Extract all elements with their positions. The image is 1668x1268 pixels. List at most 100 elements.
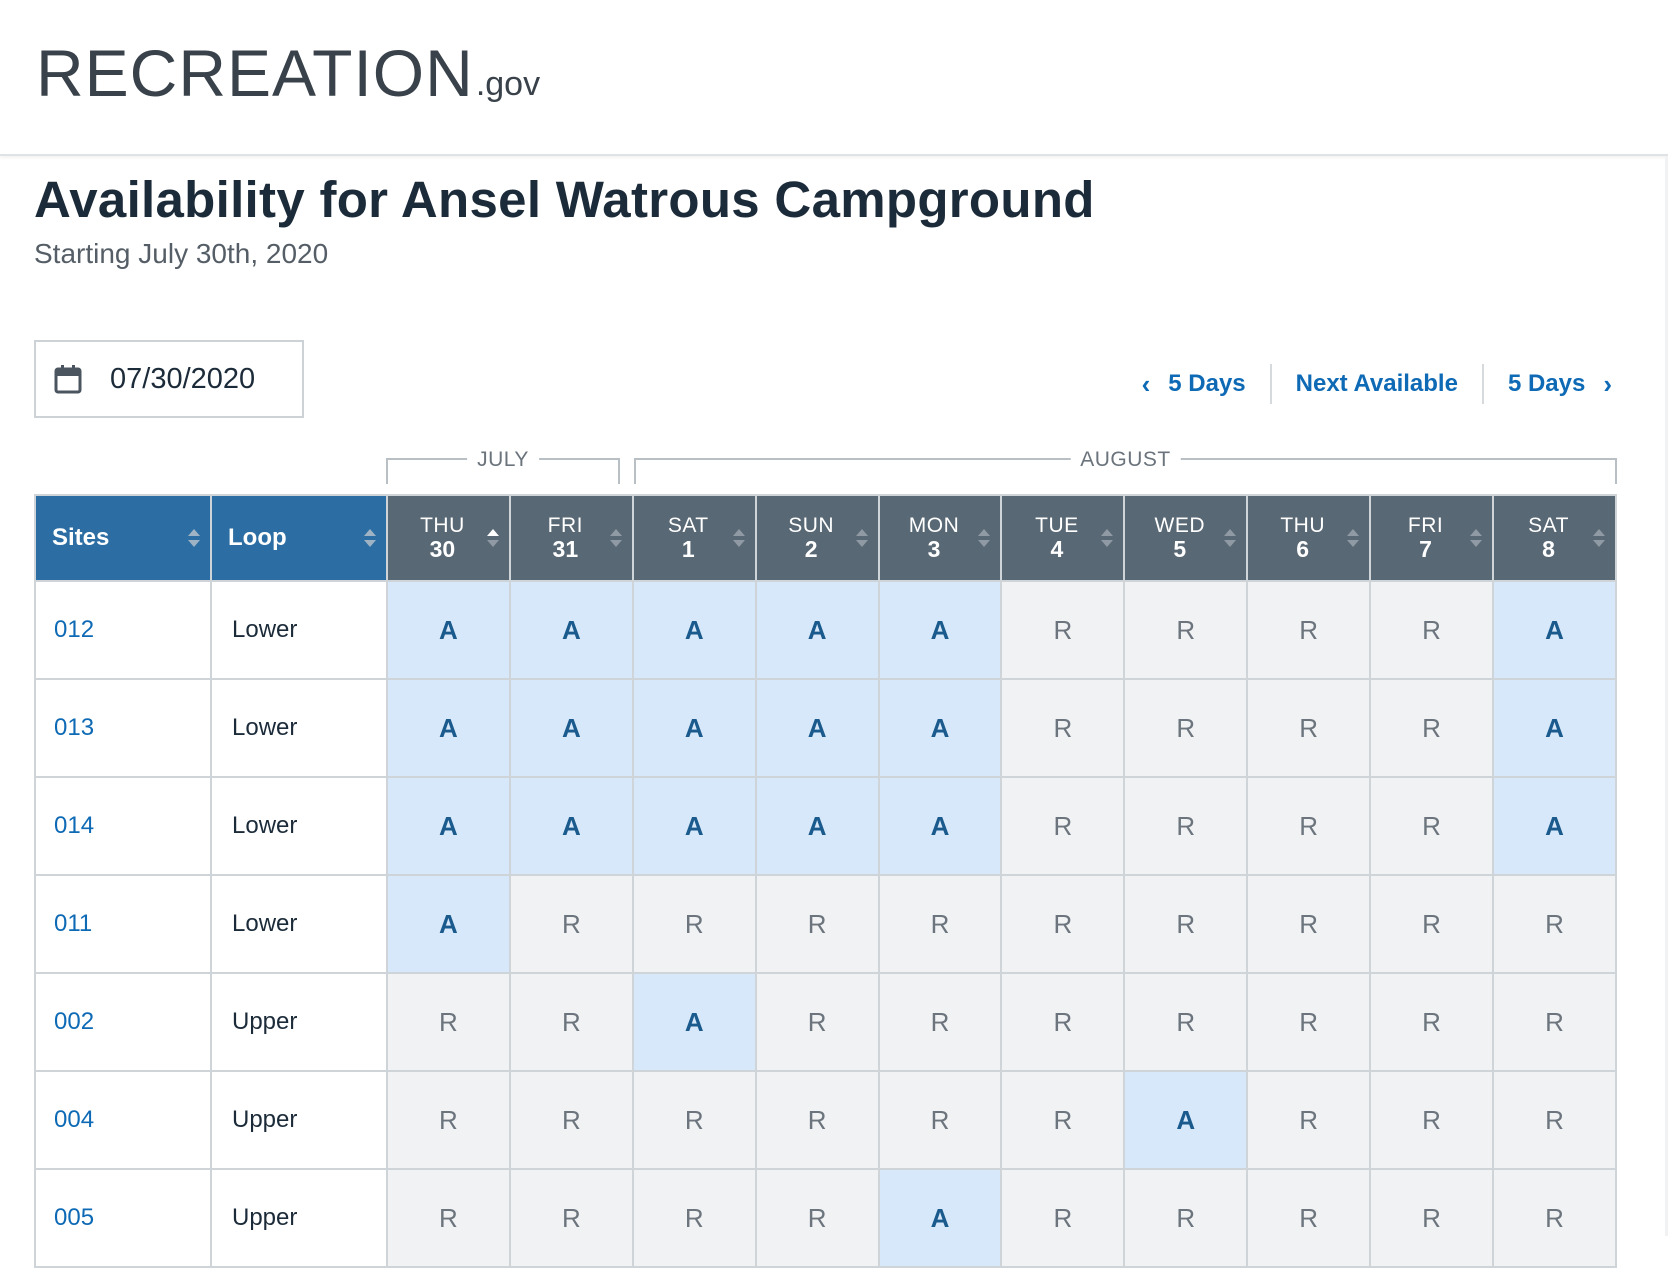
availability-cell-available[interactable]: A xyxy=(877,580,1003,680)
sort-icon[interactable] xyxy=(732,529,745,547)
day-column-header[interactable]: SAT 8 xyxy=(1492,494,1617,582)
day-column-header[interactable]: FRI 7 xyxy=(1369,494,1495,582)
availability-cell-reserved: R xyxy=(754,972,880,1072)
availability-cell-available[interactable]: A xyxy=(1123,1070,1249,1170)
loop-header-label: Loop xyxy=(228,524,287,551)
site-link[interactable]: 004 xyxy=(34,1070,212,1170)
day-column-header[interactable]: THU 6 xyxy=(1246,494,1372,582)
sort-icon[interactable] xyxy=(1347,529,1360,547)
availability-cell-reserved: R xyxy=(1123,678,1249,778)
loop-name: Lower xyxy=(210,874,388,974)
site-link[interactable]: 013 xyxy=(34,678,212,778)
logo-gov-suffix: .gov xyxy=(475,65,541,103)
month-group-july: JULY xyxy=(386,448,620,484)
availability-cell-available[interactable]: A xyxy=(631,580,757,680)
sort-icon[interactable] xyxy=(855,529,868,547)
loop-name: Lower xyxy=(210,678,388,778)
page-subtitle: Starting July 30th, 2020 xyxy=(34,238,329,269)
availability-cell-available[interactable]: A xyxy=(754,678,880,778)
date-input[interactable] xyxy=(110,362,290,396)
availability-cell-reserved: R xyxy=(1123,776,1249,876)
availability-cell-available[interactable]: A xyxy=(386,678,511,778)
sort-icon[interactable] xyxy=(978,529,991,547)
sort-icon[interactable] xyxy=(1593,529,1605,547)
day-number: 30 xyxy=(429,536,456,562)
calendar-icon[interactable] xyxy=(54,364,82,394)
day-number: 3 xyxy=(927,536,941,562)
day-column-header[interactable]: MON 3 xyxy=(877,494,1003,582)
site-link[interactable]: 014 xyxy=(34,776,212,876)
availability-cell-reserved: R xyxy=(1246,874,1372,974)
availability-cell-reserved: R xyxy=(1246,776,1372,876)
day-of-week: WED xyxy=(1154,514,1206,537)
availability-cell-available[interactable]: A xyxy=(386,874,511,974)
availability-cell-available[interactable]: A xyxy=(508,776,634,876)
day-column-header[interactable]: TUE 4 xyxy=(1000,494,1126,582)
availability-cell-reserved: R xyxy=(508,1168,634,1268)
previous-5-days-button[interactable]: ‹ 5 Days xyxy=(1142,369,1246,400)
availability-cell-reserved: R xyxy=(1000,874,1126,974)
availability-cell-reserved: R xyxy=(508,972,634,1072)
day-column-header[interactable]: WED 5 xyxy=(1123,494,1249,582)
availability-cell-available[interactable]: A xyxy=(877,678,1003,778)
site-link[interactable]: 012 xyxy=(34,580,212,680)
availability-cell-reserved: R xyxy=(1000,678,1126,778)
day-column-header[interactable]: FRI 31 xyxy=(508,494,634,582)
availability-cell-available[interactable]: A xyxy=(1492,776,1617,876)
day-column-header[interactable]: THU 30 xyxy=(386,494,511,582)
availability-cell-available[interactable]: A xyxy=(386,776,511,876)
availability-cell-available[interactable]: A xyxy=(508,580,634,680)
site-row: 011 Lower A R R R R R R R R R xyxy=(34,874,1617,974)
day-of-week: FRI xyxy=(1407,514,1444,537)
availability-cell-available[interactable]: A xyxy=(631,972,757,1072)
availability-cell-reserved: R xyxy=(877,972,1003,1072)
availability-cell-available[interactable]: A xyxy=(508,678,634,778)
availability-cell-available[interactable]: A xyxy=(877,776,1003,876)
availability-cell-reserved: R xyxy=(1369,1070,1495,1170)
sort-icon[interactable] xyxy=(1224,529,1237,547)
sites-header-label: Sites xyxy=(52,524,110,551)
availability-cell-reserved: R xyxy=(1123,1168,1249,1268)
site-row: 014 Lower A A A A A R R R R A xyxy=(34,776,1617,876)
availability-cell-reserved: R xyxy=(1246,678,1372,778)
next-available-button[interactable]: Next Available xyxy=(1296,370,1458,398)
day-number: 7 xyxy=(1419,536,1432,562)
availability-cell-available[interactable]: A xyxy=(754,776,880,876)
next-5-days-button[interactable]: 5 Days › xyxy=(1508,369,1612,400)
availability-cell-reserved: R xyxy=(1000,776,1126,876)
availability-cell-reserved: R xyxy=(631,1070,757,1170)
availability-cell-reserved: R xyxy=(754,1168,880,1268)
availability-cell-reserved: R xyxy=(1492,874,1617,974)
loop-column-header[interactable]: Loop xyxy=(210,494,388,582)
availability-cell-reserved: R xyxy=(1369,776,1495,876)
sort-icon[interactable] xyxy=(1470,529,1483,547)
availability-cell-reserved: R xyxy=(1246,972,1372,1072)
site-link[interactable]: 005 xyxy=(34,1168,212,1268)
sites-column-header[interactable]: Sites xyxy=(34,494,212,582)
chevron-left-icon: ‹ xyxy=(1141,368,1151,399)
recreation-gov-logo[interactable]: RECREATION .gov xyxy=(36,38,540,108)
sort-icon[interactable] xyxy=(1101,529,1114,547)
availability-cell-available[interactable]: A xyxy=(631,678,757,778)
day-number: 8 xyxy=(1542,536,1555,562)
sort-icon[interactable] xyxy=(364,529,376,547)
date-picker[interactable] xyxy=(34,340,304,418)
day-of-week: SAT xyxy=(1528,514,1569,537)
availability-cell-reserved: R xyxy=(386,1070,511,1170)
availability-cell-available[interactable]: A xyxy=(754,580,880,680)
sort-icon[interactable] xyxy=(486,529,499,547)
site-link[interactable]: 011 xyxy=(34,874,212,974)
availability-cell-available[interactable]: A xyxy=(877,1168,1003,1268)
availability-cell-available[interactable]: A xyxy=(1492,678,1617,778)
day-column-header[interactable]: SUN 2 xyxy=(754,494,880,582)
site-row: 005 Upper R R R R A R R R R R xyxy=(34,1168,1617,1268)
sort-icon[interactable] xyxy=(609,529,622,547)
availability-cell-available[interactable]: A xyxy=(1492,580,1617,680)
availability-cell-reserved: R xyxy=(631,874,757,974)
sort-icon[interactable] xyxy=(188,529,200,547)
day-column-header[interactable]: SAT 1 xyxy=(631,494,757,582)
availability-cell-reserved: R xyxy=(877,1070,1003,1170)
availability-cell-available[interactable]: A xyxy=(631,776,757,876)
availability-cell-available[interactable]: A xyxy=(386,580,511,680)
site-link[interactable]: 002 xyxy=(34,972,212,1072)
